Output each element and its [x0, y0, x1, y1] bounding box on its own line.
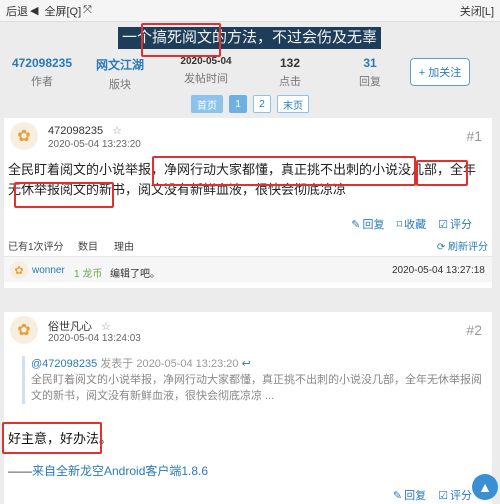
fullscreen-button[interactable]: 全屏[Q] ⤧ [44, 3, 91, 19]
board-stat[interactable]: 网文江湖 版块 [92, 56, 148, 92]
quote-time: 发表于 2020-05-04 13:23:20 [100, 358, 239, 370]
expand-icon: ⤧ [83, 4, 92, 16]
pencil-icon: ✎ [392, 489, 403, 502]
post-header: ✿ 472098235 ☆ 2020-05-04 13:23:20 #1 [4, 118, 492, 154]
close-label: 关闭[L] [459, 5, 494, 18]
post-actions: ✎ 回复 ⌑ 收藏 ☑ 评分 [351, 216, 472, 232]
pagination: 首页 1 2 末页 [0, 95, 500, 113]
pencil-icon: ✎ [351, 218, 361, 231]
page-1-button[interactable]: 1 [229, 95, 247, 113]
reply-label: 回复 [362, 219, 385, 231]
quote-body: 全民盯着阅文的小说举报，净网行动大家都懂，真正挑不出刺的小说没几部，全年无休举报… [31, 374, 482, 402]
close-button[interactable]: 关闭[L] [460, 3, 494, 19]
arrow-left-icon: ◀ [30, 5, 39, 17]
thread-title: 一个搞死阅文的方法，不过会伤及无辜 [118, 27, 382, 49]
avatar[interactable]: ✿ [10, 316, 38, 344]
quote-header: @472098235 发表于 2020-05-04 13:23:20 ↩ [31, 356, 482, 372]
jump-back-icon[interactable]: ↩ [242, 358, 251, 370]
rate-label: 评分 [450, 490, 472, 502]
fullscreen-label: 全屏[Q] [44, 5, 82, 18]
post-author-name[interactable]: 俗世凡心 [48, 321, 92, 333]
replies-stat: 31 回复 [350, 56, 390, 89]
first-page-button[interactable]: 首页 [191, 95, 223, 113]
post-header: ✿ 俗世凡心 ☆ 2020-05-04 13:24:03 #2 [4, 312, 492, 348]
floor-number: #1 [466, 128, 482, 144]
clicks-label: 点击 [279, 76, 301, 88]
post-2: ✿ 俗世凡心 ☆ 2020-05-04 13:24:03 #2 @4720982… [4, 312, 492, 504]
signature[interactable]: ——来自全新龙空Android客户端1.8.6 [8, 462, 208, 479]
author-stat[interactable]: 472098235 作者 [10, 56, 74, 89]
post-1: ✿ 472098235 ☆ 2020-05-04 13:23:20 #1 全民盯… [4, 118, 492, 288]
signature-prefix: —— [8, 464, 32, 478]
scroll-to-top-button[interactable]: ▲ [472, 474, 498, 500]
signature-text[interactable]: 来自全新龙空Android客户端1.8.6 [32, 464, 208, 478]
refresh-icon: ⟳ [436, 242, 446, 253]
reply-button[interactable]: ✎ 回复 [351, 216, 384, 232]
rate-button[interactable]: ☑ 评分 [438, 487, 472, 503]
star-icon: ☆ [101, 321, 111, 333]
top-toolbar: 后退 ◀ 全屏[Q] ⤧ 关闭[L] [0, 0, 500, 22]
bookmark-icon: ⌑ [396, 218, 403, 231]
rate-label: 评分 [450, 219, 472, 231]
rating-count: 已有1次评分 [8, 242, 64, 253]
back-button[interactable]: 后退 ◀ [6, 3, 38, 19]
author-label: 作者 [31, 76, 53, 88]
replies-count: 31 [363, 56, 377, 70]
reply-label: 回复 [404, 490, 427, 502]
rater-name[interactable]: wonner [32, 265, 65, 276]
rating-amount: 1 龙币 [74, 269, 103, 280]
post-author[interactable]: 472098235 ☆ [48, 124, 122, 137]
rating-time: 2020-05-04 13:27:18 [392, 265, 485, 276]
post-body: 好主意，好办法。 [8, 431, 113, 446]
rating-reason: 编辑了吧。 [110, 269, 160, 280]
rate-icon: ☑ [438, 489, 448, 502]
follow-button[interactable]: + 加关注 [410, 58, 470, 86]
post-time: 2020-05-04 13:24:03 [48, 333, 141, 344]
clicks-stat: 132 点击 [270, 56, 310, 89]
post-time: 2020-05-04 13:23:20 [48, 139, 141, 150]
floor-number: #2 [466, 322, 482, 338]
replies-label: 回复 [359, 76, 381, 88]
rate-button[interactable]: ☑ 评分 [438, 216, 472, 232]
quote-block: @472098235 发表于 2020-05-04 13:23:20 ↩ 全民盯… [22, 356, 482, 404]
avatar[interactable]: ✿ [10, 261, 28, 279]
rating-col-reason: 理由 [114, 242, 134, 253]
refresh-label: 刷新评分 [448, 242, 488, 253]
star-icon: ☆ [112, 125, 122, 137]
rate-icon: ☑ [438, 218, 448, 231]
back-label: 后退 [6, 5, 28, 18]
post-date-stat: 2020-05-04 发帖时间 [174, 56, 238, 86]
quote-user[interactable]: @472098235 [31, 358, 97, 370]
post-body: 全民盯着阅文的小说举报，净网行动大家都懂，真正挑不出刺的小说没几部，全年无休举报… [8, 162, 477, 197]
board-label: 版块 [109, 79, 131, 91]
refresh-rating-button[interactable]: ⟳ 刷新评分 [437, 238, 488, 253]
reply-button[interactable]: ✎ 回复 [393, 487, 426, 503]
last-page-button[interactable]: 末页 [277, 95, 309, 113]
post-author-name[interactable]: 472098235 [48, 125, 103, 137]
author-id[interactable]: 472098235 [10, 56, 74, 70]
page-2-button[interactable]: 2 [253, 95, 271, 113]
favorite-label: 收藏 [404, 219, 427, 231]
post-date-label: 发帖时间 [184, 73, 228, 85]
rating-row: ✿ wonner 1 龙币 编辑了吧。 2020-05-04 13:27:18 [4, 256, 492, 282]
post-author[interactable]: 俗世凡心 ☆ [48, 318, 111, 334]
favorite-button[interactable]: ⌑ 收藏 [396, 216, 426, 232]
board-name[interactable]: 网文江湖 [92, 56, 148, 73]
clicks-count: 132 [279, 56, 301, 70]
rating-col-amount: 数目 [78, 242, 98, 253]
post-date: 2020-05-04 [180, 56, 232, 67]
arrow-up-icon: ▲ [478, 479, 492, 495]
post-actions: ✎ 回复 ☑ 评分 [393, 487, 472, 503]
avatar[interactable]: ✿ [10, 122, 38, 150]
